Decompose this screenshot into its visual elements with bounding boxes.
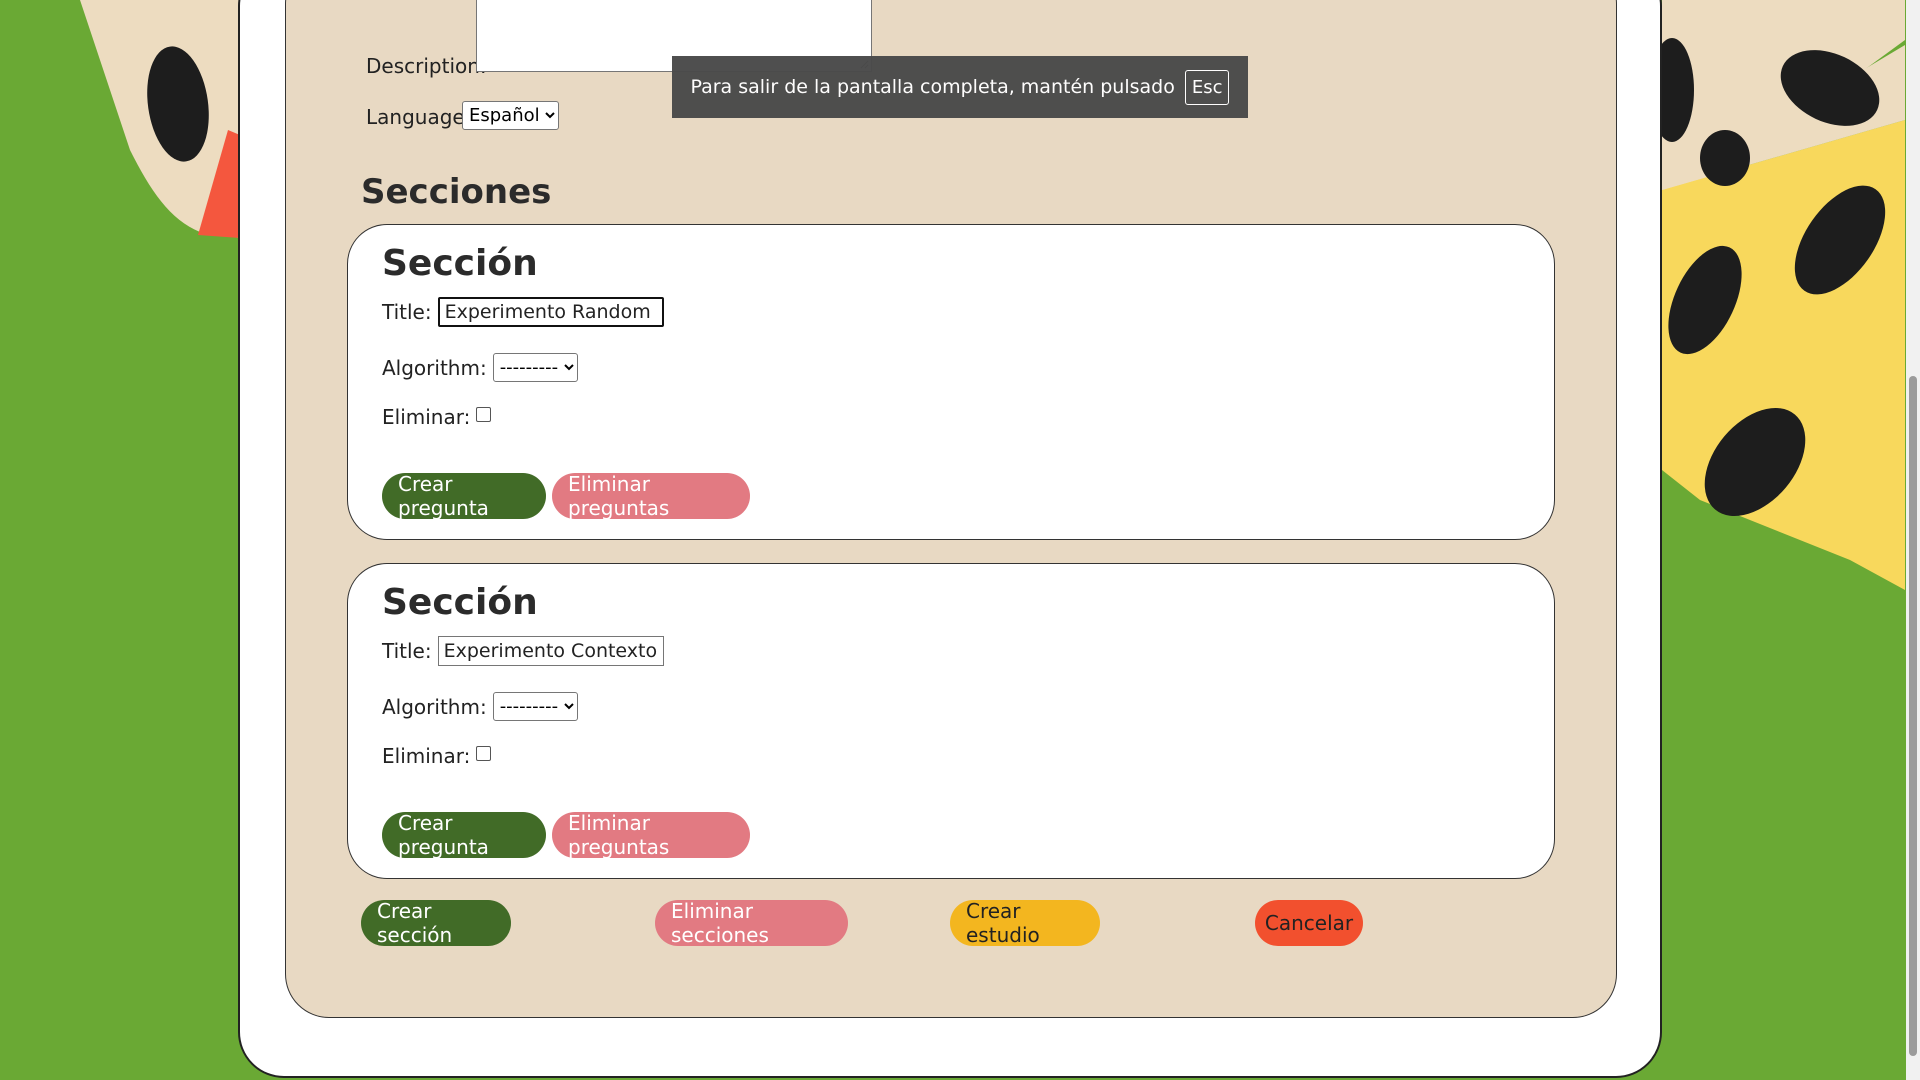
sections-heading: Secciones <box>361 172 552 212</box>
esc-key-badge: Esc <box>1184 69 1230 105</box>
delete-questions-button[interactable]: Eliminar preguntas <box>552 811 750 859</box>
section-heading: Sección <box>382 243 538 284</box>
section-card-2: Sección Title: Experimento Contexto Algo… <box>347 563 1555 879</box>
scrollbar-thumb[interactable] <box>1909 376 1917 1056</box>
title-label: Title: <box>382 300 432 324</box>
create-study-button[interactable]: Crear estudio <box>950 899 1100 947</box>
create-question-button[interactable]: Crear pregunta <box>382 472 546 520</box>
delete-checkbox[interactable] <box>476 745 492 761</box>
create-question-button[interactable]: Crear pregunta <box>382 811 546 859</box>
delete-checkbox[interactable] <box>476 406 492 422</box>
create-section-button[interactable]: Crear sección <box>361 899 511 947</box>
cancel-button[interactable]: Cancelar <box>1255 900 1363 946</box>
section-card-1: Sección Title: Experimento Random Algori… <box>347 224 1555 540</box>
delete-label: Eliminar: <box>382 744 471 768</box>
description-label: Description: <box>366 54 487 78</box>
fullscreen-message: Para salir de la pantalla completa, mant… <box>690 76 1175 98</box>
title-label: Title: <box>382 639 432 663</box>
language-label: Language: <box>366 105 472 129</box>
language-select[interactable]: Español <box>462 101 559 130</box>
delete-label: Eliminar: <box>382 405 471 429</box>
section-heading: Sección <box>382 582 538 623</box>
fullscreen-exit-notice: Para salir de la pantalla completa, mant… <box>672 56 1248 118</box>
section-title-input[interactable]: Experimento Random <box>437 297 664 327</box>
algorithm-select[interactable]: --------- <box>492 353 578 382</box>
section-title-input[interactable]: Experimento Contexto <box>437 636 664 666</box>
algorithm-label: Algorithm: <box>382 355 487 380</box>
algorithm-label: Algorithm: <box>382 694 487 719</box>
delete-sections-button[interactable]: Eliminar secciones <box>655 899 848 947</box>
delete-questions-button[interactable]: Eliminar preguntas <box>552 472 750 520</box>
algorithm-select[interactable]: --------- <box>492 692 578 721</box>
vertical-scrollbar[interactable] <box>1906 0 1920 1080</box>
